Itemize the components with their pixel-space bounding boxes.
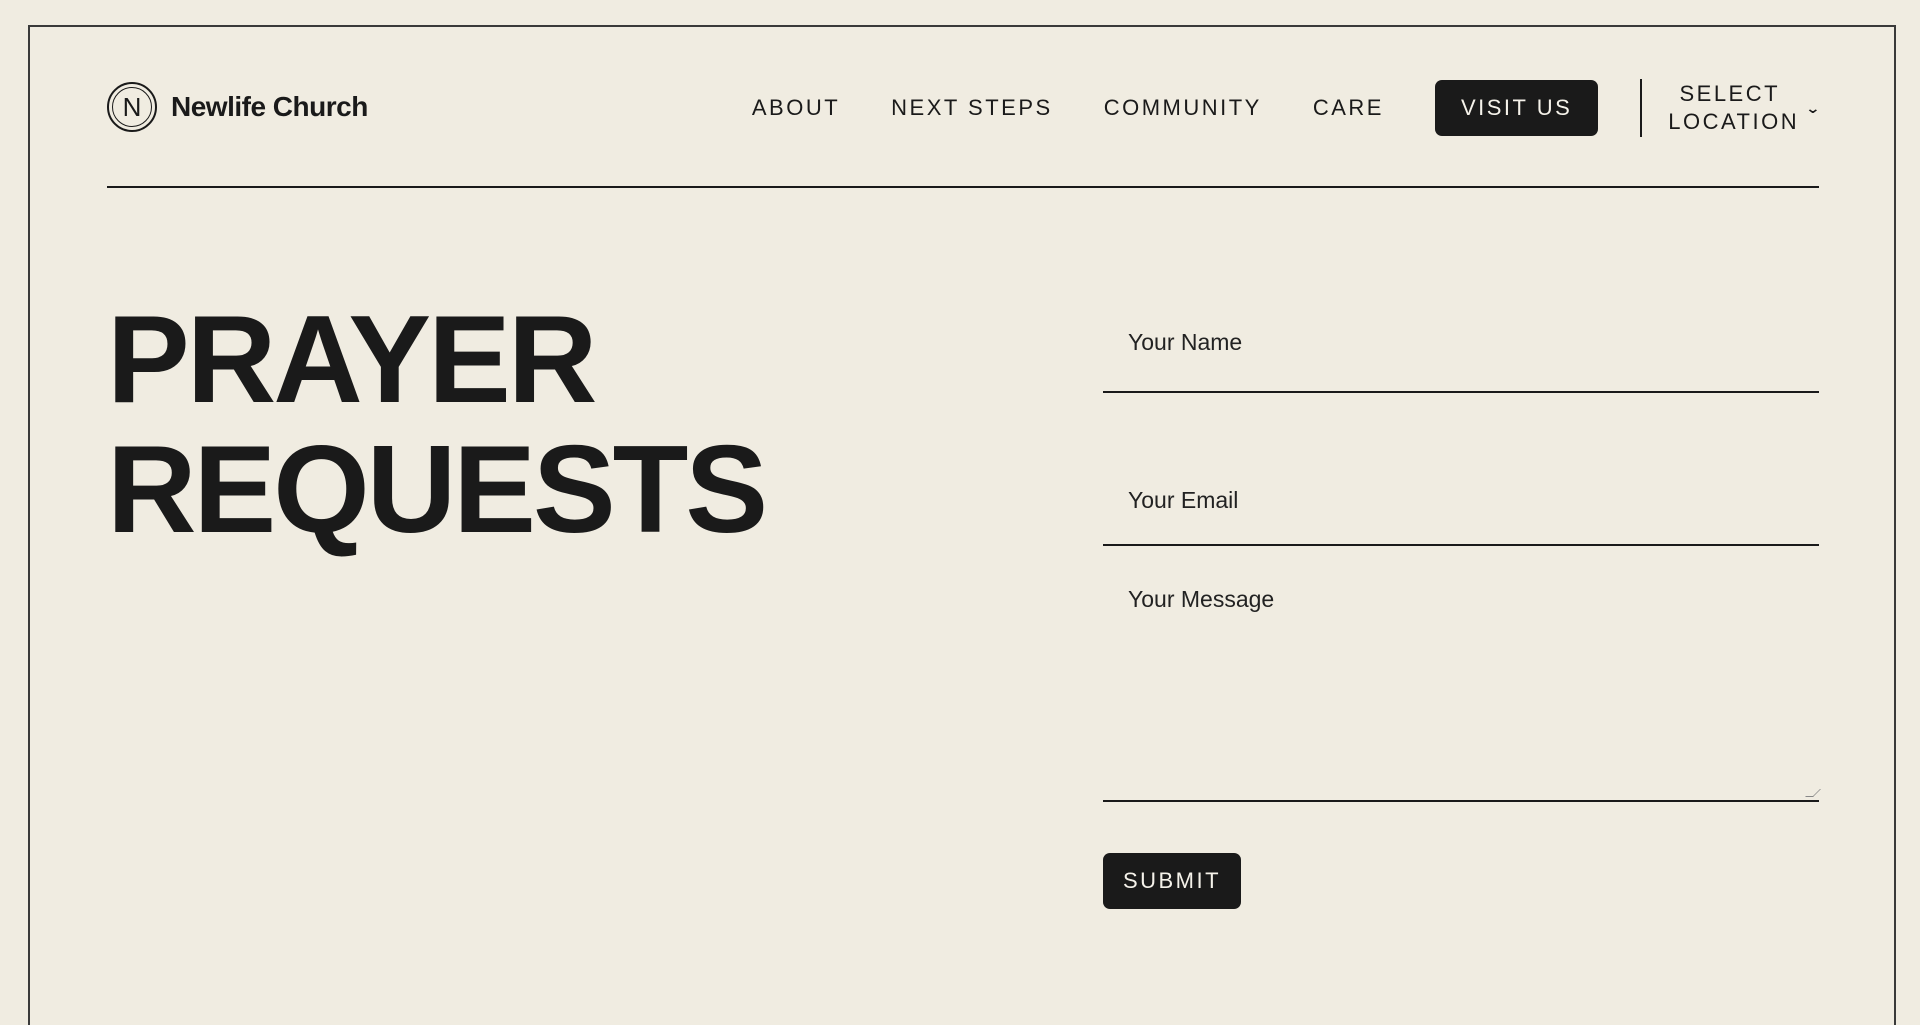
nav-care[interactable]: CARE xyxy=(1313,95,1384,121)
message-field xyxy=(1103,546,1821,802)
logo-letter: N xyxy=(122,92,142,122)
nav-about[interactable]: ABOUT xyxy=(752,95,840,121)
name-input[interactable] xyxy=(1103,300,1819,384)
email-field xyxy=(1103,393,1819,546)
main-nav: ABOUT NEXT STEPS COMMUNITY CARE VISIT US… xyxy=(752,79,1821,137)
location-label: SELECT LOCATION xyxy=(1668,81,1800,134)
location-select[interactable]: SELECT LOCATION ⌄ xyxy=(1668,80,1821,136)
page-title: PRAYER REQUESTS xyxy=(107,291,768,559)
name-field xyxy=(1103,300,1819,393)
nav-next-steps[interactable]: NEXT STEPS xyxy=(891,95,1053,121)
email-input[interactable] xyxy=(1103,480,1819,520)
nav-divider xyxy=(1640,79,1643,137)
resize-handle-icon[interactable] xyxy=(1805,789,1821,797)
visit-us-button[interactable]: VISIT US xyxy=(1434,80,1599,136)
brand-name: Newlife Church xyxy=(171,91,368,122)
site-header: N Newlife Church ABOUT NEXT STEPS COMMUN… xyxy=(107,58,1821,188)
page-title-line-2: REQUESTS xyxy=(107,421,768,559)
nav-community[interactable]: COMMUNITY xyxy=(1104,95,1262,121)
page-title-line-1: PRAYER xyxy=(107,291,597,429)
submit-button[interactable]: SUBMIT xyxy=(1103,853,1241,909)
chevron-down-icon: ⌄ xyxy=(1805,99,1821,116)
message-textarea[interactable] xyxy=(1103,586,1819,786)
logo-icon: N xyxy=(107,82,157,132)
prayer-request-form: SUBMIT xyxy=(1103,300,1821,909)
brand[interactable]: N Newlife Church xyxy=(107,82,368,132)
